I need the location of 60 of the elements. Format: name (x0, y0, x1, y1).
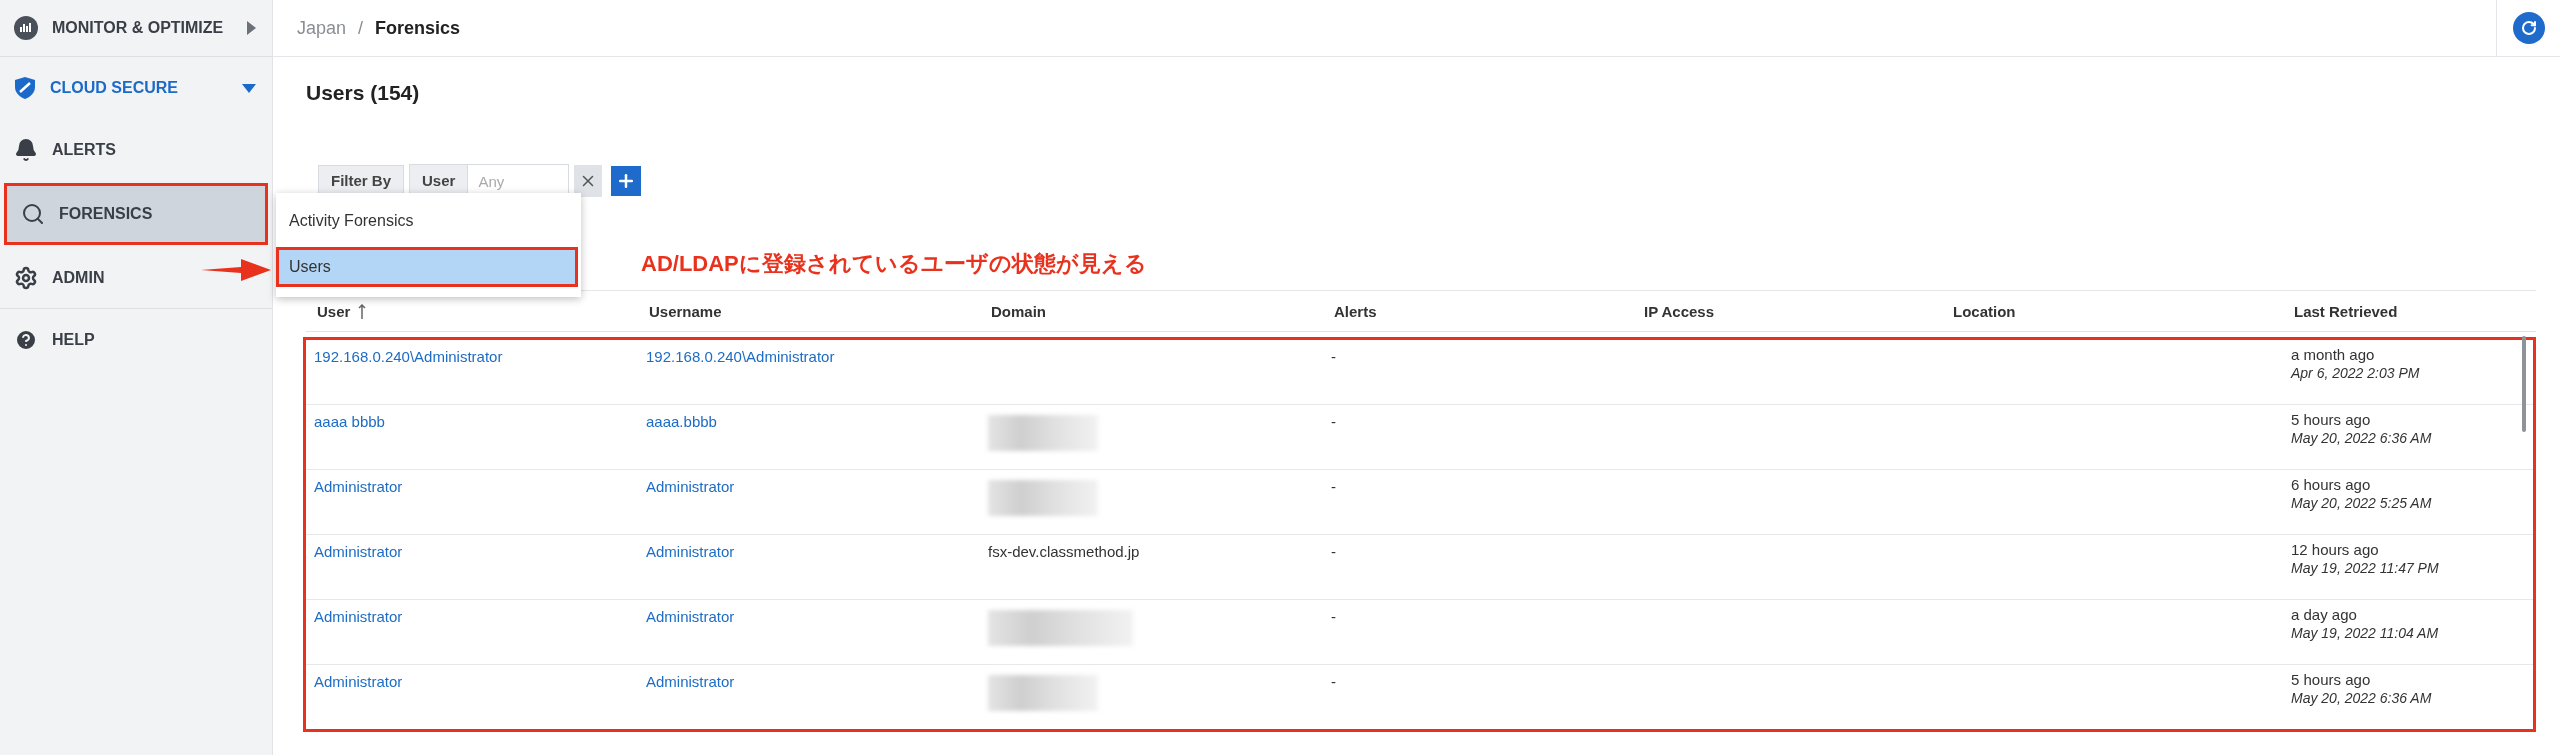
column-header[interactable]: Last Retrieved (2294, 302, 2398, 320)
search-icon (21, 202, 45, 226)
timestamp: May 19, 2022 11:47 PM (2291, 560, 2439, 576)
sidebar-item[interactable]: FORENSICS (4, 183, 268, 245)
scrollbar[interactable] (2522, 336, 2526, 432)
sidebar-item[interactable]: CLOUD SECURE (0, 57, 272, 119)
table-cell: - (1331, 413, 1336, 430)
relative-time: 6 hours ago (2291, 476, 2371, 493)
username-link[interactable]: aaaa.bbbb (646, 413, 717, 430)
relative-time: a day ago (2291, 606, 2357, 623)
timestamp: May 20, 2022 6:36 AM (2291, 430, 2432, 446)
table-cell: - (1331, 543, 1336, 560)
chart-icon (14, 16, 38, 40)
table-cell: fsx-dev.classmethod.jp (988, 543, 1140, 560)
bell-icon (14, 138, 38, 162)
refresh-button[interactable] (2512, 12, 2545, 44)
table-cell: - (1331, 478, 1336, 495)
table-cell: - (1331, 673, 1336, 690)
user-link[interactable]: Administrator (314, 673, 403, 690)
username-link[interactable]: Administrator (646, 673, 735, 690)
relative-time: 12 hours ago (2291, 541, 2379, 558)
user-link[interactable]: aaaa bbbb (314, 413, 385, 430)
relative-time: a month ago (2291, 346, 2375, 363)
timestamp: Apr 6, 2022 2:03 PM (2291, 365, 2420, 381)
table-cell: - (1331, 608, 1336, 625)
clear-button[interactable] (574, 165, 603, 197)
column-header[interactable]: Location (1953, 302, 2016, 320)
page-title: Users (154) (306, 81, 421, 105)
shield-icon (14, 76, 36, 100)
timestamp: May 20, 2022 5:25 AM (2291, 495, 2432, 511)
column-header[interactable]: IP Access (1644, 302, 1715, 320)
sidebar-item[interactable]: MONITOR & OPTIMIZE (0, 0, 272, 57)
column-header[interactable]: Alerts (1334, 302, 1377, 320)
table-cell: - (1331, 348, 1336, 365)
timestamp: May 19, 2022 11:04 AM (2291, 625, 2439, 641)
user-link[interactable]: Administrator (314, 478, 403, 495)
username-link[interactable]: Administrator (646, 543, 735, 560)
column-header[interactable]: User (317, 302, 351, 320)
breadcrumb-item: Forensics (375, 17, 461, 39)
menu-item[interactable]: Users (276, 247, 578, 287)
user-link[interactable]: Administrator (314, 608, 403, 625)
gear-icon (14, 265, 38, 290)
column-header[interactable]: Domain (991, 302, 1046, 320)
add-filter-button[interactable] (611, 166, 642, 196)
annotation-note: AD/LDAPに登録されているユーザの状態が見える (641, 250, 1147, 278)
refresh-icon (2520, 20, 2537, 36)
help-icon (14, 328, 38, 352)
breadcrumb-separator: / (358, 17, 364, 39)
sidebar-item[interactable]: HELP (0, 309, 272, 371)
username-link[interactable]: Administrator (646, 478, 735, 495)
user-link[interactable]: Administrator (314, 543, 403, 560)
timestamp: May 20, 2022 6:36 AM (2291, 690, 2432, 706)
username-link[interactable]: Administrator (646, 608, 735, 625)
username-link[interactable]: 192.168.0.240\Administrator (646, 348, 835, 365)
user-link[interactable]: 192.168.0.240\Administrator (314, 348, 503, 365)
sidebar-item[interactable]: ALERTS (0, 119, 272, 181)
relative-time: 5 hours ago (2291, 671, 2371, 688)
relative-time: 5 hours ago (2291, 411, 2371, 428)
menu-item[interactable]: Activity Forensics (276, 201, 581, 241)
column-header[interactable]: Username (649, 302, 722, 320)
